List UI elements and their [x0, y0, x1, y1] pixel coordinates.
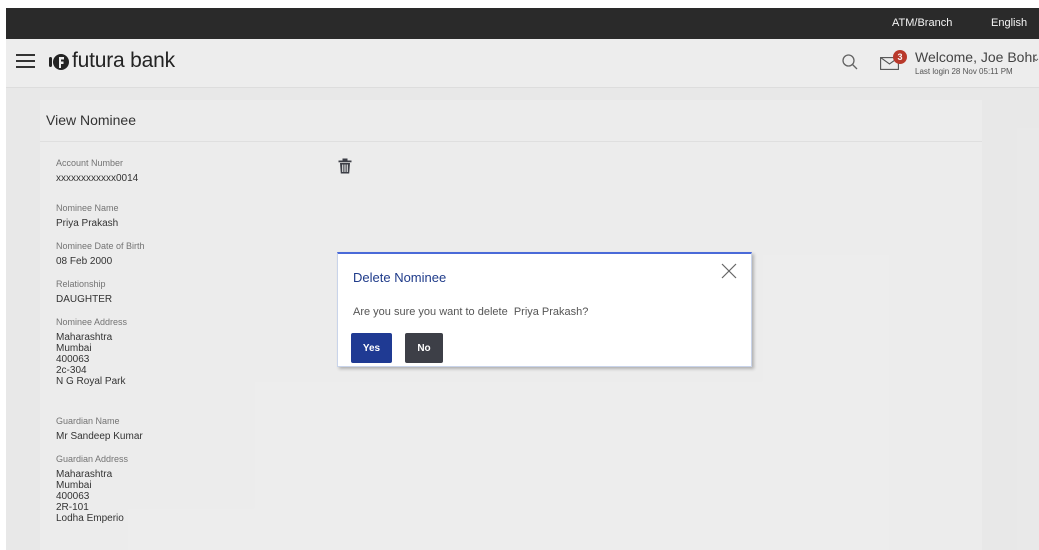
close-icon[interactable] [718, 260, 740, 282]
no-button[interactable]: No [405, 333, 443, 363]
yes-button[interactable]: Yes [351, 333, 392, 363]
dialog-message: Are you sure you want to delete Priya Pr… [353, 306, 589, 318]
app-frame: ATM/Branch English futura bank 3 Welcome… [6, 8, 1039, 550]
dialog-title: Delete Nominee [353, 270, 447, 285]
delete-nominee-dialog: Delete Nominee Are you sure you want to … [337, 252, 752, 367]
